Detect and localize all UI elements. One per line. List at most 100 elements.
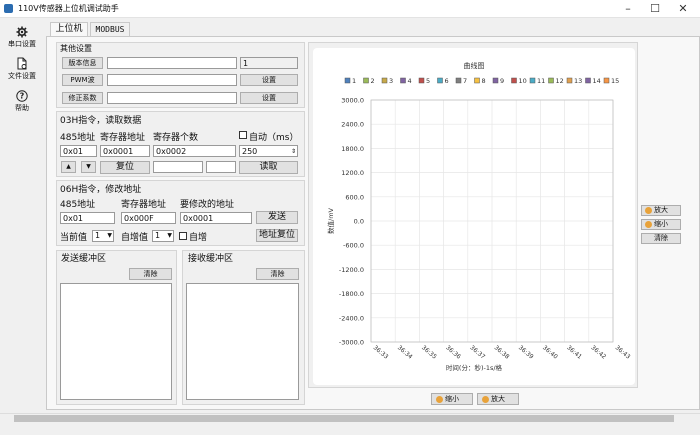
receive-buffer-textarea[interactable] (186, 283, 299, 400)
up-button[interactable]: ▲ (61, 161, 76, 173)
address-reset-button[interactable]: 地址复位 (256, 229, 298, 242)
chart-title: 曲线图 (464, 61, 485, 70)
maximize-button[interactable]: ☐ (642, 1, 668, 16)
legend-label: 11 (537, 77, 545, 85)
cmd03-field-1[interactable] (153, 161, 203, 173)
receive-buffer-clear-button[interactable]: 清除 (256, 268, 299, 280)
version-extra-field: 1 (240, 57, 298, 69)
cmd03-reg-count-label: 寄存器个数 (153, 133, 199, 143)
sidebar-item-label: 串口设置 (8, 40, 36, 48)
version-info-field[interactable] (107, 57, 237, 69)
legend-swatch (529, 77, 536, 84)
cmd06-addr-label: 485地址 (60, 200, 96, 210)
cmd03-title: 03H指令，读取数据 (60, 116, 142, 126)
correction-button[interactable]: 修正系数 (62, 92, 103, 104)
sidebar-item-file-settings[interactable]: 文件设置 (2, 57, 42, 87)
y-tick-label: 0.0 (354, 218, 364, 226)
legend-label: 12 (556, 77, 564, 85)
read-button[interactable]: 读取 (239, 161, 298, 174)
help-icon: ? (16, 90, 28, 102)
sidebar-item-serial-settings[interactable]: 串口设置 (2, 26, 42, 56)
cmd06-addr-input[interactable]: 0x01 (60, 212, 115, 224)
y-tick-label: 3000.0 (341, 97, 364, 105)
zoom-out-side-button[interactable]: 缩小 (641, 219, 681, 230)
sidebar-item-label: 帮助 (15, 104, 29, 112)
x-tick-label: 36:35 (420, 344, 438, 361)
x-tick-label: 36:43 (614, 344, 632, 361)
cmd06-reg-addr-input[interactable]: 0x000F (121, 212, 176, 224)
x-tick-label: 36:39 (517, 344, 535, 361)
send-buffer-textarea[interactable] (60, 283, 172, 400)
cmd06-title: 06H指令，修改地址 (60, 185, 142, 195)
scrollbar-thumb[interactable] (14, 415, 674, 422)
auto-label: 自动（ms） (249, 133, 299, 143)
legend-swatch (344, 77, 351, 84)
increment-label: 自增值 (121, 233, 149, 243)
send-buffer-title: 发送缓冲区 (61, 254, 107, 264)
reset-button[interactable]: 复位 (100, 161, 150, 174)
version-info-button[interactable]: 版本信息 (62, 57, 103, 69)
close-button[interactable]: ✕ (670, 1, 696, 16)
zoom-out-label: 缩小 (654, 220, 668, 228)
cmd03-reg-count-input[interactable]: 0x0002 (153, 145, 236, 157)
y-tick-label: 2400.0 (341, 121, 364, 129)
zoom-in-side-button[interactable]: 放大 (641, 205, 681, 216)
cmd03-addr-input[interactable]: 0x01 (60, 145, 97, 157)
sidebar-item-label: 文件设置 (8, 72, 36, 80)
send-button[interactable]: 发送 (256, 211, 298, 224)
legend-swatch (548, 77, 554, 84)
y-tick-label: -600.0 (343, 242, 364, 250)
line-chart: 曲线图1 2 3 4 5 6 7 8 9 10 11 12 13 14 153000.02400.01800… (326, 61, 632, 372)
tab-modbus[interactable]: MODBUS (90, 22, 130, 36)
legend-swatch (418, 77, 425, 84)
interval-spinbox[interactable]: 250 ⇕ (239, 145, 298, 157)
increment-select[interactable]: 1 ▼ (152, 230, 174, 242)
legend-label: 5 (426, 77, 430, 85)
zoom-out-label: 缩小 (445, 395, 459, 403)
y-tick-label: 1200.0 (341, 169, 364, 177)
svg-text:?: ? (20, 92, 25, 101)
chevron-down-icon: ▼ (107, 232, 112, 239)
auto-checkbox[interactable] (239, 131, 247, 139)
correction-field[interactable] (107, 92, 237, 104)
sidebar-item-help[interactable]: ? 帮助 (2, 90, 42, 120)
down-button[interactable]: ▼ (81, 161, 96, 173)
cmd03-reg-addr-input[interactable]: 0x0001 (100, 145, 150, 157)
clear-side-button[interactable]: 清除 (641, 233, 681, 244)
pwm-button[interactable]: PWM波 (62, 74, 103, 86)
chevron-up-icon (645, 206, 652, 214)
y-tick-label: 1800.0 (341, 145, 364, 153)
y-tick-label: -1200.0 (339, 266, 364, 274)
cmd06-modify-addr-input[interactable]: 0x0001 (180, 212, 252, 224)
send-buffer-clear-button[interactable]: 清除 (129, 268, 172, 280)
spin-arrows-icon[interactable]: ⇕ (291, 146, 296, 156)
y-tick-label: -3000.0 (339, 339, 364, 347)
y-tick-label: -1800.0 (339, 290, 364, 298)
minimize-button[interactable]: – (615, 1, 641, 16)
zoom-out-bottom-button[interactable]: 缩小 (431, 393, 473, 405)
pwm-set-button[interactable]: 设置 (240, 74, 298, 86)
auto-increment-checkbox[interactable] (179, 232, 187, 240)
legend-swatch (400, 77, 406, 84)
legend-label: 2 (371, 77, 375, 85)
auto-increment-label: 自增 (189, 233, 208, 243)
legend-label: 10 (519, 77, 527, 85)
window-title: 110V传感器上位机调试助手 (18, 4, 119, 13)
legend-label: 14 (593, 77, 601, 85)
legend-swatch (455, 77, 462, 84)
legend-swatch (566, 77, 573, 84)
tab-host[interactable]: 上位机 (50, 22, 88, 37)
y-axis-label: 数值/mV (326, 207, 335, 234)
current-value-label: 当前值 (60, 233, 88, 243)
legend-swatch (511, 77, 517, 84)
legend-label: 8 (482, 77, 486, 85)
current-value-select[interactable]: 1 ▼ (92, 230, 114, 242)
cmd03-field-2[interactable] (206, 161, 236, 173)
correction-set-button[interactable]: 设置 (240, 92, 298, 104)
zoom-in-bottom-button[interactable]: 放大 (477, 393, 519, 405)
legend-label: 9 (500, 77, 504, 85)
receive-buffer-title: 接收缓冲区 (188, 254, 234, 264)
legend-label: 3 (389, 77, 393, 85)
pwm-field[interactable] (107, 74, 237, 86)
app-icon (4, 4, 13, 13)
